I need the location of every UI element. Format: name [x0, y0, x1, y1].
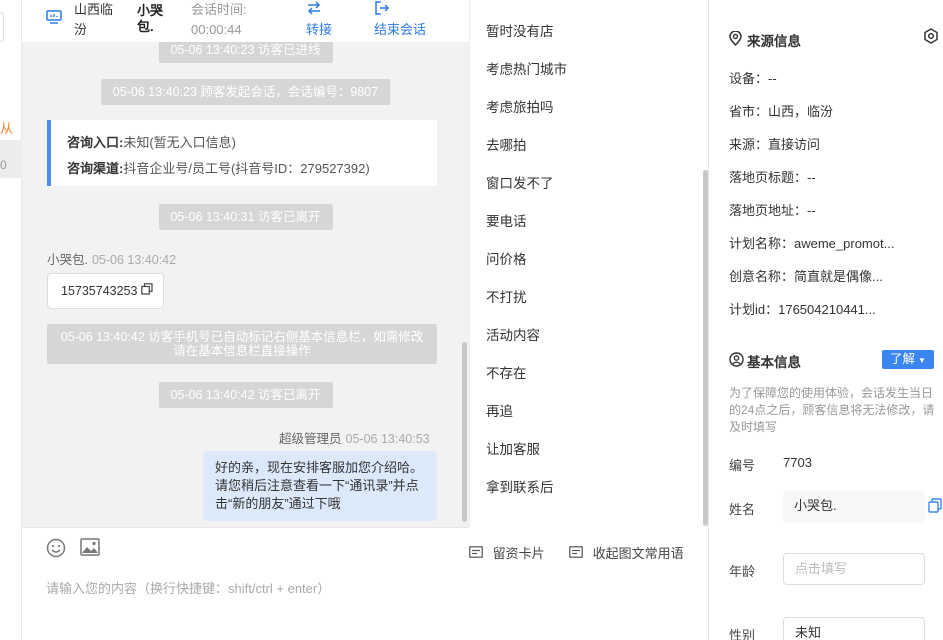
- card-icon: [569, 546, 583, 561]
- source-landing-title: 落地页标题：--: [729, 170, 816, 185]
- exit-icon: [374, 0, 426, 20]
- quick-reply-item[interactable]: 不打扰: [470, 279, 708, 317]
- session-time-value: 00:00:44: [191, 22, 242, 37]
- session-time-label: 会话时间:: [191, 2, 247, 17]
- name-label: 姓名: [729, 502, 756, 517]
- quick-reply-list: 暂时没有店 考虑热门城市 考虑旅拍吗 去哪拍 窗口发不了 要电话 问价格 不打扰 活动内容 不存在…: [470, 0, 708, 507]
- sender-name: 小哭包.: [47, 253, 88, 267]
- entry-value: 未知(暂无入口信息): [123, 135, 237, 150]
- channel-label: 咨询渠道:: [67, 161, 124, 176]
- agent-message-bubble: 好的亲，现在安排客服加您介绍哈。请您稍后注意查看一下“通讯录”并点击“新的朋友”…: [203, 451, 437, 521]
- input-area: 请输入您的内容（换行快捷键：shift/ctrl + enter）: [22, 527, 469, 640]
- chat-panel: 山西临汾 小哭包. 会话时间: 00:00:44 转接 结束会话 05-06 1…: [22, 0, 469, 640]
- quick-reply-item[interactable]: 再追: [470, 393, 708, 431]
- conversation-list-edge: 从 0: [0, 0, 22, 640]
- list-tab-active-fragment[interactable]: 从: [0, 118, 13, 137]
- chat-scrollbar[interactable]: [462, 342, 467, 522]
- source-creative-name: 创意名称：简直就是偶像...: [729, 269, 883, 284]
- image-icon[interactable]: [80, 538, 100, 561]
- search-box-edge[interactable]: [0, 12, 4, 42]
- visitor-message-meta: 小哭包. 05-06 13:40:42: [47, 249, 176, 268]
- source-landing-url: 落地页地址：--: [729, 203, 816, 218]
- chat-header: 山西临汾 小哭包. 会话时间: 00:00:44 转接 结束会话: [22, 0, 469, 42]
- source-province: 省市：山西，临汾: [729, 104, 834, 119]
- consult-info-card: 咨询入口:未知(暂无入口信息) 咨询渠道:抖音企业号/员工号(抖音号ID：279…: [47, 120, 437, 186]
- fold-phrases-label: 收起图文常用语: [592, 546, 684, 561]
- basic-info-title-text: 基本信息: [747, 355, 801, 370]
- source-channel: 来源：直接访问: [729, 137, 821, 152]
- unread-count-fragment: 0: [0, 158, 7, 172]
- fold-phrases-button[interactable]: 收起图文常用语: [569, 543, 684, 562]
- quick-reply-panel: 暂时没有店 考虑热门城市 考虑旅拍吗 去哪拍 窗口发不了 要电话 问价格 不打扰 活动内容 不存在…: [469, 0, 708, 527]
- quick-reply-item[interactable]: 窗口发不了: [470, 165, 708, 203]
- system-message: 05-06 13:40:23 访客已进线: [158, 42, 333, 63]
- caret-down-icon: ▼: [918, 356, 926, 365]
- quick-reply-item[interactable]: 考虑旅拍吗: [470, 89, 708, 127]
- quick-reply-item[interactable]: 让加客服: [470, 431, 708, 469]
- visitor-name: 小哭包.: [137, 3, 164, 34]
- agent-message-meta: 超级管理员 05-06 13:40:53: [279, 428, 430, 447]
- quick-reply-item[interactable]: 活动内容: [470, 317, 708, 355]
- id-value: 7703: [783, 455, 812, 470]
- quick-reply-item[interactable]: 拿到联系后: [470, 469, 708, 507]
- source-info-title-text: 来源信息: [747, 34, 801, 49]
- lead-card-label: 留资卡片: [492, 546, 545, 561]
- quick-reply-item[interactable]: 考虑热门城市: [470, 51, 708, 89]
- monitor-icon: [46, 10, 62, 27]
- transfer-icon: [306, 0, 332, 20]
- end-session-button[interactable]: 结束会话: [374, 0, 426, 40]
- sex-select[interactable]: 未知: [783, 617, 925, 640]
- source-plan-id: 计划id：176504210441...: [729, 302, 876, 317]
- source-device: 设备：--: [729, 71, 777, 86]
- settings-gear-icon[interactable]: [923, 28, 939, 48]
- system-message: 05-06 13:40:42 访客手机号已自动标记右侧基本信息栏，如需修改请在基…: [47, 324, 437, 364]
- user-circle-icon: [729, 352, 747, 370]
- source-plan-name: 计划名称：aweme_promot...: [729, 236, 895, 251]
- sex-label: 性别: [729, 628, 756, 640]
- message-input[interactable]: 请输入您的内容（换行快捷键：shift/ctrl + enter）: [46, 578, 330, 597]
- quick-reply-item[interactable]: 要电话: [470, 203, 708, 241]
- system-message: 05-06 13:40:23 顾客发起会话，会话编号：9807: [100, 79, 391, 105]
- transfer-label: 转接: [306, 22, 333, 37]
- source-info-title: 来源信息: [729, 30, 801, 50]
- system-message: 05-06 13:40:31 访客已离开: [158, 204, 333, 230]
- quick-reply-footer: 留资卡片 收起图文常用语: [469, 527, 708, 640]
- quick-reply-item[interactable]: 暂时没有店: [470, 13, 708, 51]
- entry-label: 咨询入口:: [67, 135, 124, 150]
- age-label: 年龄: [729, 564, 756, 579]
- message-time: 05-06 13:40:42: [91, 253, 177, 267]
- card-icon: [469, 546, 483, 561]
- emoji-icon[interactable]: [46, 538, 66, 564]
- location-pin-icon: [729, 30, 747, 49]
- visitor-location: 山西临汾: [74, 2, 114, 37]
- learn-more-dropdown[interactable]: 了解 ▼: [882, 350, 934, 369]
- quick-reply-item[interactable]: 去哪拍: [470, 127, 708, 165]
- channel-value: 抖音企业号/员工号(抖音号ID：279527392): [123, 161, 370, 176]
- quick-reply-item[interactable]: 问价格: [470, 241, 708, 279]
- copy-icon[interactable]: [928, 498, 942, 516]
- system-message: 05-06 13:40:42 访客已离开: [158, 382, 333, 408]
- name-field[interactable]: 小哭包.: [783, 491, 925, 523]
- transfer-button[interactable]: 转接: [306, 0, 332, 40]
- end-session-label: 结束会话: [374, 22, 427, 37]
- session-time: 会话时间: 00:00:44: [191, 0, 247, 40]
- edit-notice: 为了保障您的使用体验，会话发生当日的24点之后，顾客信息将无法修改，请及时填写: [729, 386, 935, 434]
- customer-info-panel: 来源信息 设备：-- 省市：山西，临汾 来源：直接访问 落地页标题：-- 落地页…: [708, 0, 943, 640]
- learn-more-label: 了解: [890, 352, 916, 366]
- copy-icon[interactable]: [137, 283, 153, 298]
- channel-row: 咨询渠道:抖音企业号/员工号(抖音号ID：279527392): [67, 156, 421, 182]
- id-label: 编号: [729, 458, 756, 473]
- message-time: 05-06 13:40:53: [345, 432, 430, 446]
- message-list[interactable]: 05-06 13:40:23 访客已进线 05-06 13:40:23 顾客发起…: [22, 42, 469, 527]
- quick-reply-item[interactable]: 不存在: [470, 355, 708, 393]
- basic-info-title: 基本信息: [729, 351, 801, 371]
- age-input[interactable]: 点击填写: [783, 553, 925, 585]
- phone-number: 15735743253: [61, 284, 138, 298]
- sender-name: 超级管理员: [279, 432, 342, 446]
- visitor-message-bubble[interactable]: 15735743253: [47, 273, 164, 309]
- lead-card-button[interactable]: 留资卡片: [469, 543, 545, 562]
- entry-row: 咨询入口:未知(暂无入口信息): [67, 130, 421, 156]
